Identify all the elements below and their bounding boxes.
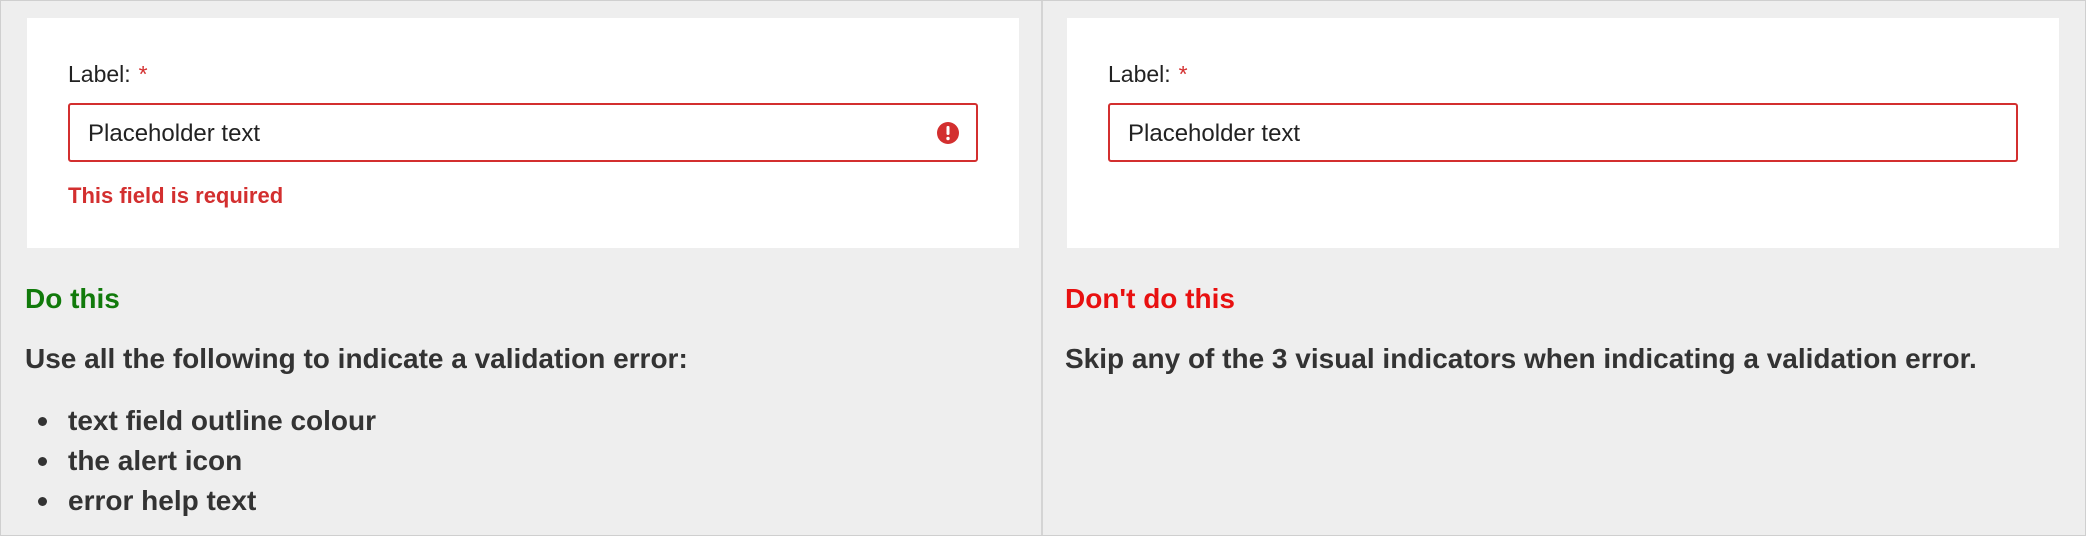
text-field-error[interactable]: Placeholder text	[68, 103, 978, 162]
list-item: the alert icon	[25, 441, 376, 481]
do-example-card: Label: * Placeholder text This field is r…	[27, 18, 1019, 248]
list-item-text: text field outline colour	[68, 405, 377, 436]
alert-circle-icon	[937, 122, 959, 144]
list-item-text: error help text	[68, 485, 257, 516]
text-field-value: Placeholder text	[1128, 120, 1301, 147]
guideline-comparison: Label: * Placeholder text This field is r…	[0, 0, 2086, 536]
dont-heading: Don't do this	[1065, 283, 1235, 314]
do-panel: Label: * Placeholder text This field is r…	[1, 1, 1043, 535]
required-marker: *	[1178, 61, 1188, 87]
field-label: Label: *	[68, 60, 148, 88]
do-heading: Do this	[25, 283, 120, 314]
text-field-outline-only[interactable]: Placeholder text	[1108, 103, 2018, 162]
dont-description: Skip any of the 3 visual indicators when…	[1065, 343, 1977, 374]
do-description: Use all the following to indicate a vali…	[25, 343, 688, 374]
bullet-dot	[38, 497, 47, 506]
list-item-text: the alert icon	[68, 445, 243, 476]
bullet-dot	[38, 417, 47, 426]
field-label: Label: *	[1108, 60, 1188, 88]
error-help-text: This field is required	[68, 183, 284, 208]
dont-example-card: Label: * Placeholder text	[1067, 18, 2059, 248]
bullet-dot	[38, 457, 47, 466]
required-marker: *	[138, 61, 148, 87]
list-item: error help text	[25, 481, 376, 521]
list-item: text field outline colour	[25, 401, 376, 441]
field-label-text: Label:	[1108, 61, 1171, 87]
indicator-list: text field outline colour the alert icon…	[25, 401, 376, 521]
field-label-text: Label:	[68, 61, 131, 87]
dont-panel: Label: * Placeholder text Don't do this S…	[1043, 1, 2085, 535]
text-field-value: Placeholder text	[88, 120, 261, 147]
